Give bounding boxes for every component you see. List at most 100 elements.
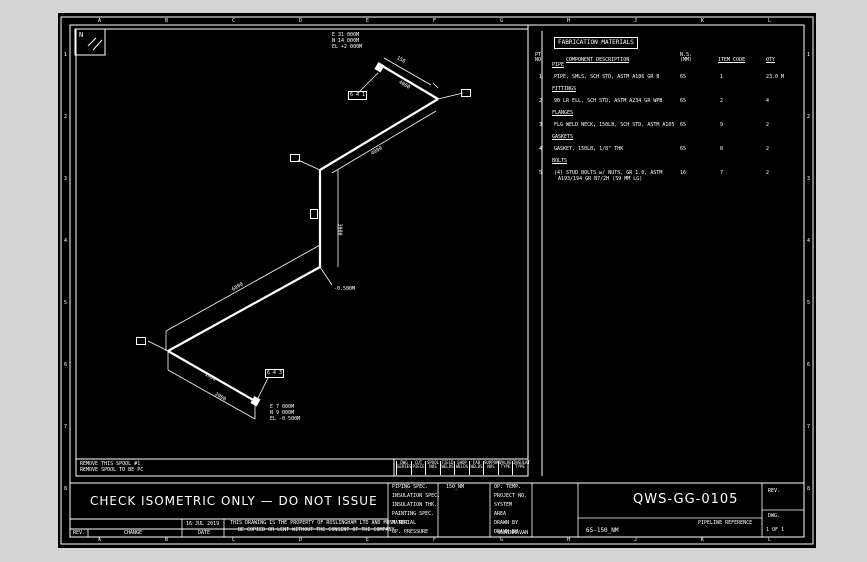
- border-number: 7: [807, 424, 811, 430]
- footer-cell: SPOOL NOS: [425, 461, 440, 475]
- border-number: 2: [807, 114, 811, 120]
- border-letter: D: [299, 18, 303, 24]
- date-column: DATE: [198, 530, 211, 536]
- row-item-code: 8: [720, 146, 724, 152]
- border-letter: L: [768, 537, 772, 543]
- project-label: SYSTEM: [494, 502, 513, 508]
- row-ns: 16: [680, 170, 687, 176]
- flange-top: [374, 62, 385, 73]
- project-label: OP. TEMP.: [494, 484, 522, 490]
- row-pt-no: 3: [539, 122, 543, 128]
- section-header: FLANGES: [552, 110, 574, 116]
- row-pt-no: 5: [539, 170, 543, 176]
- row-pt-no: 1: [539, 74, 543, 80]
- border-letter: F: [433, 18, 437, 24]
- weld-marker[interactable]: [136, 337, 146, 345]
- border-letter: A: [98, 18, 102, 24]
- spool-tag-top[interactable]: 6 4 1: [348, 91, 368, 100]
- part-marker[interactable]: [310, 209, 318, 219]
- row-qty: 2: [766, 122, 770, 128]
- status-banner: CHECK ISOMETRIC ONLY — DO NOT ISSUE: [90, 494, 378, 508]
- header-pt-no: PT NO: [535, 52, 542, 63]
- border-letter: C: [232, 537, 236, 543]
- footer-cell: VALVE TYPE: [497, 461, 513, 475]
- row-item-code: 7: [720, 170, 724, 176]
- row-description: 90 LR ELL, SCH STD, ASTM A234 GR WPB: [554, 98, 663, 104]
- weld-marker[interactable]: [461, 89, 471, 97]
- drawing-canvas[interactable]: A B C D E F G H J K L A B C D E F G H J K L 1 2 3 4 5 6 7 8 1 2 3 4 5 6 7…: [58, 13, 816, 548]
- row-ns: 65: [680, 98, 687, 104]
- row-ns: 65: [680, 74, 687, 80]
- north-label: N: [79, 31, 84, 39]
- row-ns: 65: [680, 122, 687, 128]
- section-header: BOLTS: [552, 158, 568, 164]
- sheet-count: 1 OF 1: [766, 527, 785, 533]
- border-number: 8: [807, 486, 811, 492]
- border-letter: C: [232, 18, 236, 24]
- pipe-route: [167, 63, 439, 402]
- row-item-code: 2: [720, 98, 724, 104]
- row-qty: 4: [766, 98, 770, 104]
- border-letter: E: [366, 18, 370, 24]
- header-item-code: ITEM CODE: [718, 57, 746, 63]
- border-letter: F: [433, 537, 437, 543]
- border-letter: L: [768, 18, 772, 24]
- coord-bottom-el: EL -0 500M: [270, 416, 301, 422]
- spec-label: PAINTING SPEC.: [392, 511, 435, 517]
- drawn-by-value: ELAINHAVAN: [498, 530, 529, 536]
- pipeline-reference-label: PIPELINE REFERENCE: [698, 520, 753, 526]
- border-letter: G: [500, 18, 504, 24]
- row-item-code: 9: [720, 122, 724, 128]
- row-description: GASKET, 150LB, 1/8" THK: [554, 146, 624, 152]
- border-number: 6: [807, 362, 811, 368]
- project-label: PROJECT NO.: [494, 493, 528, 499]
- flange-bottom: [250, 396, 261, 407]
- footer-cell: SUPPORT NOS: [483, 461, 501, 475]
- notice-line-1: THIS DRAWING IS THE PROPERTY OF ROSLINGH…: [230, 520, 408, 526]
- footer-cell: INSULAT TYPE: [512, 461, 530, 475]
- spec-label: INSULATION THK.: [392, 502, 438, 508]
- row-item-code: 1: [720, 74, 724, 80]
- pipeline-reference: 65-150_NM: [586, 527, 619, 534]
- footer-cell: FAB WELDS: [468, 461, 484, 475]
- notice-line-2: BE COPIED OR LENT WITHOUT THE CONSENT OF…: [238, 527, 395, 533]
- row-ns: 65: [680, 146, 687, 152]
- border-letter: G: [500, 537, 504, 543]
- project-label: DRAWN BY: [494, 520, 519, 526]
- elevation-label: -0.500M: [334, 286, 356, 292]
- border-number: 5: [807, 300, 811, 306]
- row-description: FLG WELD NECK, 150LB, SCH STD, ASTM A105: [554, 122, 675, 128]
- row-qty: 2: [766, 170, 770, 176]
- border-letter: A: [98, 537, 102, 543]
- footer-cell: SHOP WELDS: [454, 461, 469, 475]
- border-letter: E: [366, 537, 370, 543]
- spool-tag-bottom[interactable]: 6 4 3: [265, 369, 285, 378]
- issue-date: 16 JUL 2019: [186, 521, 220, 527]
- border-number: 5: [64, 300, 68, 306]
- footer-cell: FIELD WELDS: [439, 461, 455, 475]
- row-description: PIPE, SMLS, SCH STD, ASTM A106 GR B: [554, 74, 660, 80]
- border-number: 8: [64, 486, 68, 492]
- coord-top-el: EL +2 000M: [332, 44, 363, 50]
- border-letter: K: [701, 537, 705, 543]
- border-letter: B: [165, 18, 169, 24]
- row-pt-no: 4: [539, 146, 543, 152]
- border-letter: B: [165, 537, 169, 543]
- footer-cell: CUT PIECE: [410, 461, 426, 475]
- weld-marker[interactable]: [290, 154, 300, 162]
- header-description: COMPONENT DESCRIPTION: [566, 57, 630, 63]
- note-line-2: REMOVE SPOOL TO BE PC: [80, 467, 144, 473]
- border-letter: H: [567, 18, 571, 24]
- spec-label: INSULATION SPEC.: [392, 493, 441, 499]
- piping-spec-value: 150_NM: [446, 484, 465, 490]
- fab-title: FABRICATION MATERIALS: [554, 37, 638, 49]
- section-header: PIPE: [552, 62, 565, 68]
- border-letter: D: [299, 537, 303, 543]
- rev-label: REV.: [768, 488, 781, 494]
- border-number: 1: [807, 52, 811, 58]
- change-column: CHANGE: [124, 530, 143, 536]
- spec-label: PIPING SPEC.: [392, 484, 429, 490]
- row-pt-no: 2: [539, 98, 543, 104]
- drawing-number: QWS-GG-0105: [633, 492, 739, 507]
- row-description: A193/194 GR B7/2H (59 MM LG): [558, 176, 643, 182]
